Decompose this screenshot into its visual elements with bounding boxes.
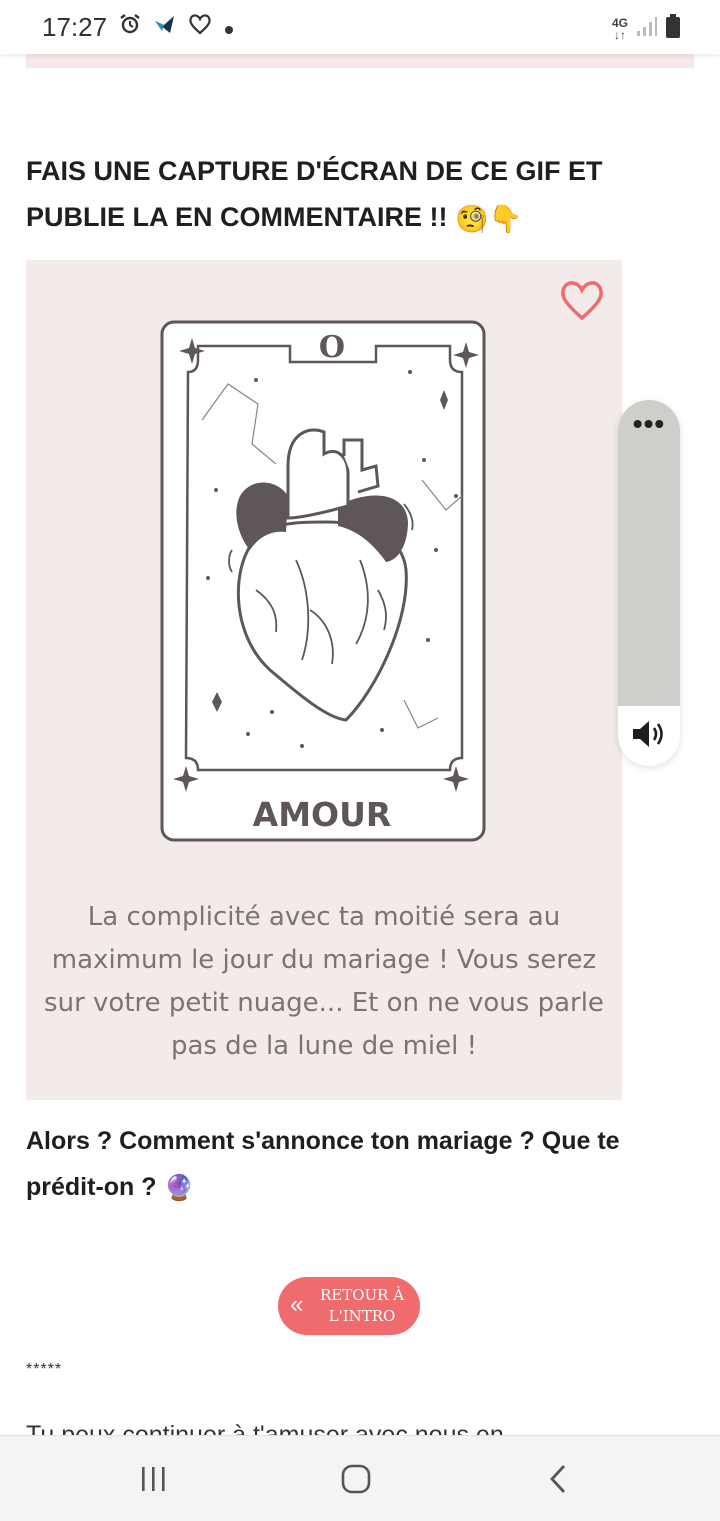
status-system-icons: 4G ↓↑ bbox=[612, 14, 680, 43]
status-notification-icons bbox=[118, 12, 234, 44]
card-caption: La complicité avec ta moitié sera au max… bbox=[44, 902, 604, 1061]
crystal-ball-emoji: 🔮 bbox=[163, 1174, 195, 1203]
cut-off-paragraph: Tu peux continuer à t'amuser avec nous e… bbox=[26, 1422, 686, 1436]
status-time: 17:27 bbox=[42, 12, 108, 42]
question-label: Alors ? Comment s'annonce ton mariage ? … bbox=[26, 1127, 620, 1201]
card-like-heart-icon bbox=[561, 281, 603, 321]
recent-apps-icon[interactable] bbox=[124, 1454, 184, 1504]
alarm-icon bbox=[118, 12, 142, 44]
monocle-face-emoji: 🧐 bbox=[455, 203, 489, 234]
cut-off-paragraph-text: Tu peux continuer à t'amuser avec nous e… bbox=[26, 1422, 504, 1436]
card-numeral: O bbox=[318, 330, 346, 365]
floating-media-player[interactable]: ••• bbox=[618, 400, 680, 766]
system-navigation-bar bbox=[0, 1435, 720, 1521]
network-type: 4G ↓↑ bbox=[611, 15, 628, 42]
home-icon[interactable] bbox=[326, 1454, 386, 1504]
headline: FAIS UNE CAPTURE D'ÉCRAN DE CE GIF ET PU… bbox=[26, 148, 666, 242]
player-volume-track[interactable] bbox=[618, 400, 680, 706]
previous-card-edge bbox=[26, 54, 694, 68]
pointing-down-emoji: 👇 bbox=[488, 203, 523, 234]
card-title: AMOUR bbox=[252, 795, 392, 834]
back-to-intro-button[interactable]: « RETOUR À L'INTRO bbox=[278, 1277, 420, 1335]
battery-icon bbox=[666, 14, 680, 43]
status-bar: 17:27 4G ↓↑ bbox=[0, 0, 720, 54]
heart-outline-icon bbox=[188, 13, 212, 43]
more-horizontal-icon[interactable]: ••• bbox=[618, 410, 680, 438]
dot-icon bbox=[224, 13, 234, 43]
back-icon[interactable] bbox=[528, 1454, 588, 1504]
tarot-card-gif: O AMOUR La complicité avec ta moitié ser… bbox=[26, 260, 622, 1100]
back-to-intro-label: RETOUR À L'INTRO bbox=[319, 1286, 405, 1325]
volume-icon[interactable] bbox=[631, 718, 667, 755]
app-notification-icon bbox=[154, 13, 176, 43]
double-chevron-left-icon: « bbox=[290, 1291, 304, 1318]
separator-stars: ***** bbox=[26, 1361, 63, 1378]
question-text: Alors ? Comment s'annonce ton mariage ? … bbox=[26, 1118, 686, 1211]
signal-icon bbox=[636, 15, 658, 42]
